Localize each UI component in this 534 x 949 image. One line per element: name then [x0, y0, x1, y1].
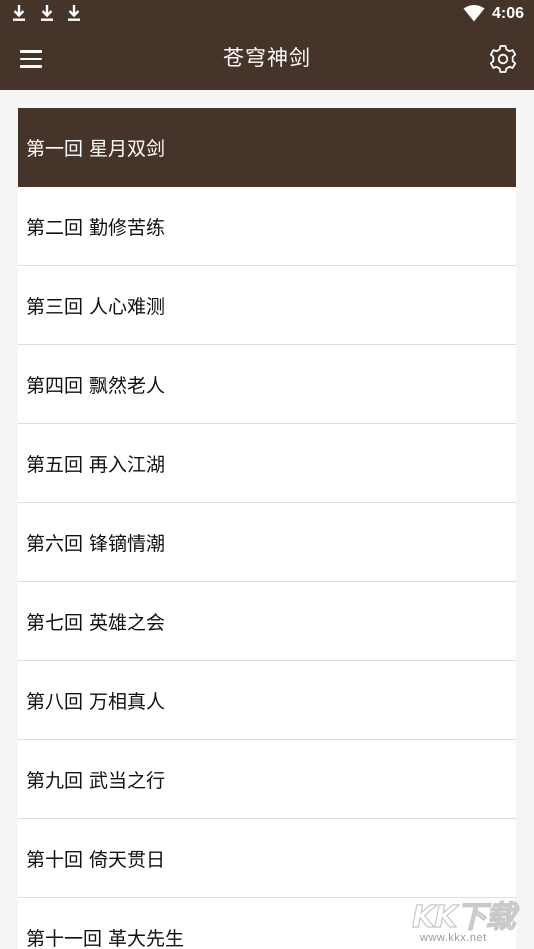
chapter-item[interactable]: 第一回 星月双剑	[18, 108, 516, 187]
status-time: 4:06	[492, 5, 525, 22]
chapter-item[interactable]: 第五回 再入江湖	[18, 424, 516, 503]
chapter-label: 第六回 锋镝情潮	[26, 532, 166, 555]
chapter-label: 第九回 武当之行	[26, 769, 166, 792]
wifi-icon	[463, 5, 485, 22]
download-icon	[41, 5, 53, 21]
chapter-item[interactable]: 第七回 英雄之会	[18, 582, 516, 661]
chapter-label: 第七回 英雄之会	[26, 611, 166, 634]
download-icon	[13, 5, 25, 21]
chapter-item[interactable]: 第三回 人心难测	[18, 266, 516, 345]
chapter-label: 第四回 飘然老人	[26, 374, 166, 397]
chapter-list: 第一回 星月双剑 第二回 勤修苦练 第三回 人心难测 第四回 飘然老人 第五回 …	[18, 108, 516, 949]
chapter-label: 第十回 倚天贯日	[26, 848, 166, 871]
watermark: KK下载 www.kkx.net	[411, 892, 530, 946]
app-toolbar: 苍穹神剑	[0, 28, 534, 90]
chapter-label: 第二回 勤修苦练	[26, 216, 166, 239]
chapter-label: 第五回 再入江湖	[26, 453, 166, 476]
chapter-label: 第一回 星月双剑	[26, 137, 166, 160]
download-icon	[68, 5, 80, 21]
watermark-logo: KK下载	[411, 899, 516, 935]
page-title: 苍穹神剑	[223, 46, 311, 70]
status-bar: 4:06	[0, 0, 534, 28]
hamburger-menu-icon[interactable]	[12, 40, 50, 78]
chapter-item[interactable]: 第六回 锋镝情潮	[18, 503, 516, 582]
chapter-item[interactable]: 第九回 武当之行	[18, 740, 516, 819]
chapter-item[interactable]: 第十回 倚天贯日	[18, 819, 516, 898]
gear-icon[interactable]	[486, 42, 520, 76]
chapter-label: 第八回 万相真人	[26, 690, 166, 713]
chapter-label: 第十一回 革大先生	[26, 927, 185, 949]
chapter-label: 第三回 人心难测	[26, 295, 166, 318]
chapter-item[interactable]: 第二回 勤修苦练	[18, 187, 516, 266]
chapter-item[interactable]: 第八回 万相真人	[18, 661, 516, 740]
chapter-item[interactable]: 第四回 飘然老人	[18, 345, 516, 424]
watermark-url: www.kkx.net	[420, 932, 487, 944]
